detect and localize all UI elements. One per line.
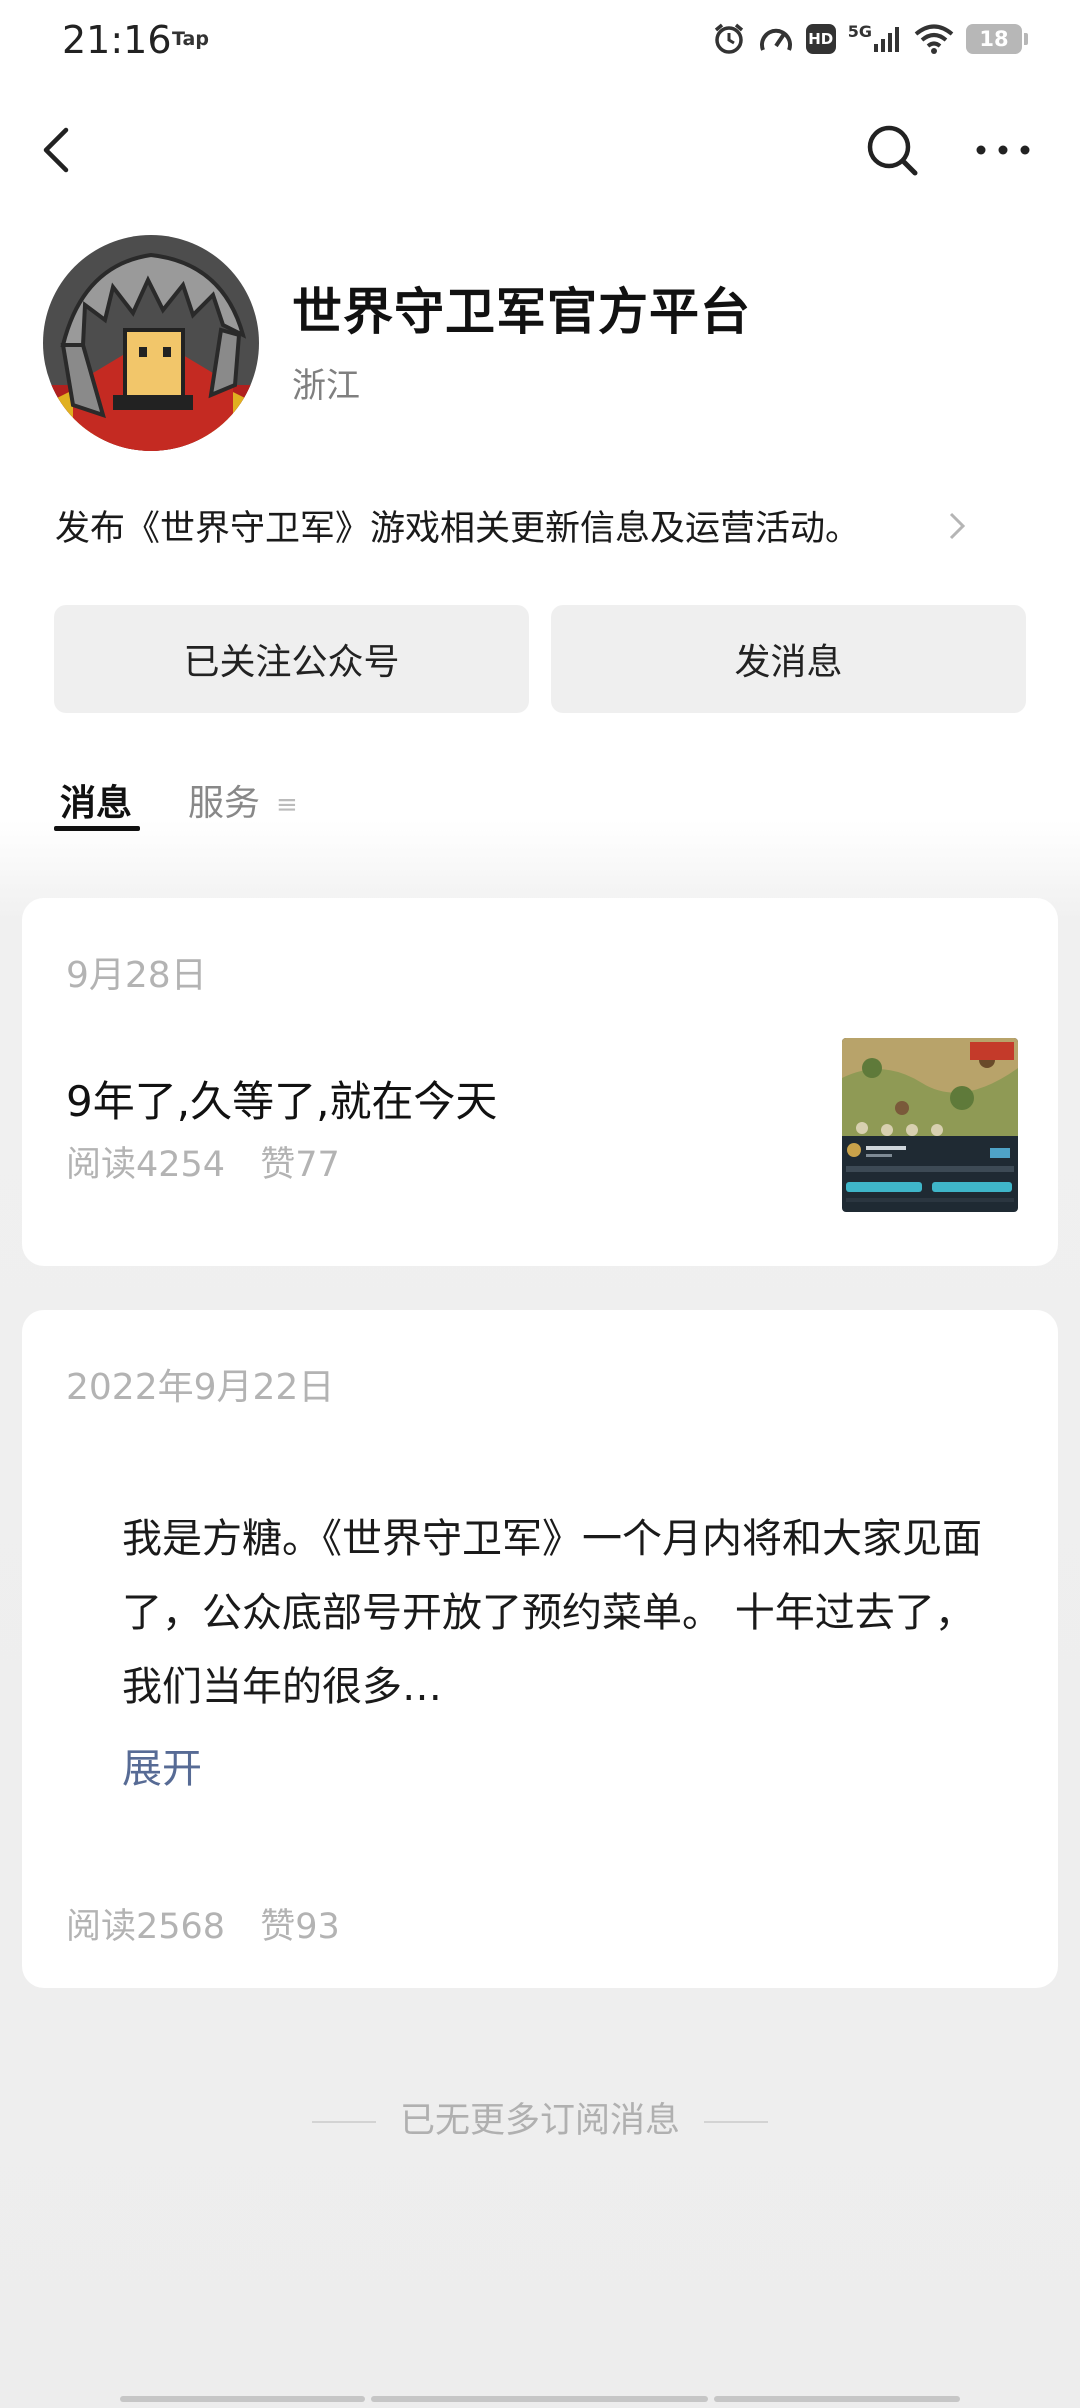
network-type-label: 5G	[847, 21, 872, 41]
back-arrow-icon[interactable]	[30, 120, 90, 180]
tab-services[interactable]: 服务	[188, 774, 260, 826]
account-description-row[interactable]: 发布《世界守卫军》游戏相关更新信息及运营活动。	[55, 496, 1055, 552]
search-icon[interactable]	[862, 120, 922, 180]
tab-messages[interactable]: 消息	[60, 774, 132, 826]
active-tab-indicator	[54, 826, 140, 831]
account-name: 世界守卫军官方平台	[292, 283, 751, 341]
post-title[interactable]: 9年了,久等了,就在今天	[66, 1068, 497, 1129]
wifi-icon	[914, 24, 954, 54]
more-dots-icon[interactable]	[970, 120, 1036, 180]
gesture-bar-segment	[120, 2396, 365, 2402]
post-card[interactable]: 9月28日 9年了,久等了,就在今天 阅读4254 赞77	[22, 898, 1058, 1266]
tap-indicator: Tap	[172, 28, 209, 50]
like-count: 赞77	[260, 1145, 340, 1185]
status-bar: 21:16 Tap HD 5G 18	[0, 0, 1080, 84]
account-description: 发布《世界守卫军》游戏相关更新信息及运营活动。	[55, 509, 861, 549]
expand-link[interactable]: 展开	[122, 1736, 202, 1794]
send-message-button[interactable]: 发消息	[551, 605, 1026, 713]
post-stats: 阅读4254 赞77	[66, 1136, 364, 1187]
signal-bars-icon	[874, 27, 899, 52]
menu-lines-icon: ≡	[276, 790, 298, 820]
game-screenshot-thumbnail	[842, 1038, 1018, 1212]
post-thumbnail[interactable]	[842, 1038, 1018, 1212]
divider-line	[311, 2121, 376, 2123]
end-of-list-note: 已无更多订阅消息	[0, 2092, 1080, 2143]
post-body-text[interactable]: 我是方糖。《世界守卫军》一个月内将和大家见面了，公众底部号开放了预约菜单。 十年…	[122, 1502, 1002, 1724]
post-date: 9月28日	[66, 955, 207, 996]
status-time: 21:16	[62, 18, 172, 62]
avatar-knight-image	[43, 235, 259, 451]
post-date: 2022年9月22日	[66, 1367, 335, 1408]
end-note-text: 已无更多订阅消息	[399, 2101, 680, 2141]
read-count: 阅读4254	[66, 1145, 226, 1185]
post-card[interactable]: 2022年9月22日 我是方糖。《世界守卫军》一个月内将和大家见面了，公众底部号…	[22, 1310, 1058, 1988]
gesture-bar-segment	[714, 2396, 960, 2402]
account-region: 浙江	[292, 366, 360, 406]
hd-badge: HD	[805, 24, 836, 54]
followed-button[interactable]: 已关注公众号	[54, 605, 529, 713]
alarm-icon	[714, 23, 743, 54]
read-count: 阅读2568	[66, 1907, 226, 1947]
post-stats: 阅读2568 赞93	[66, 1898, 364, 1949]
like-count: 赞93	[260, 1907, 340, 1947]
speed-gauge-icon	[759, 28, 792, 51]
chevron-right-icon	[949, 512, 966, 540]
battery-icon: 18	[966, 24, 1028, 54]
nav-bar	[0, 100, 1080, 200]
divider-line	[704, 2121, 768, 2123]
gesture-bar-segment	[371, 2396, 708, 2402]
status-icons: HD 5G 18	[712, 21, 1028, 56]
account-avatar[interactable]	[43, 235, 259, 451]
